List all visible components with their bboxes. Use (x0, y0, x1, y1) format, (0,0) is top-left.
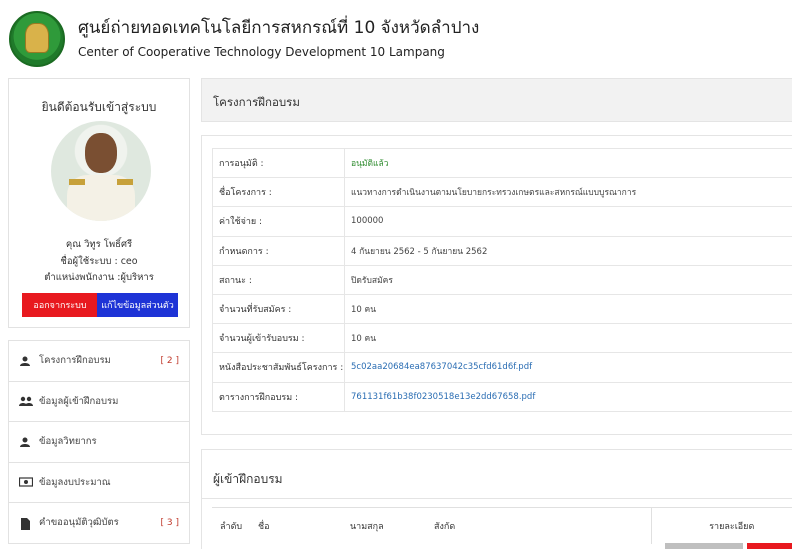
column-header: ลำดับ (212, 507, 250, 544)
edit-profile-button[interactable]: แก้ไขข้อมูลส่วนตัว (97, 293, 178, 317)
sidebar-item-label: คำขออนุมัติวุฒิบัตร (39, 517, 119, 529)
logo (9, 11, 65, 67)
schedule-file-link[interactable]: 761131f61b38f0230518e13e2dd67658.pdf (344, 381, 792, 412)
table-row: กำหนดการ : 4 กันยายน 2562 - 5 กันยายน 25… (212, 235, 792, 266)
table-row: หนังสือประชาสัมพันธ์โครงการ : 5c02aa2068… (212, 352, 792, 383)
page-title: โครงการฝึกอบรม (213, 95, 300, 109)
table-header-row: ลำดับ ชื่อ นามสกุล สังกัด รายละเอียด (212, 507, 792, 544)
header: ศูนย์ถ่ายทอดเทคโนโลยีการสหกรณ์ที่ 10 จัง… (0, 0, 792, 70)
user-icon (19, 356, 33, 366)
avatar (51, 121, 151, 221)
project-schedule: 4 กันยายน 2562 - 5 กันยายน 2562 (344, 235, 792, 266)
site-title-en: Center of Cooperative Technology Develop… (78, 45, 445, 59)
column-header: สังกัด (426, 507, 651, 544)
project-name: แนวทางการดำเนินงานตามนโยบายกระทรวงเกษตรแ… (344, 177, 792, 208)
view-button[interactable] (665, 543, 743, 549)
user-icon (19, 437, 33, 447)
users-icon (19, 396, 33, 407)
site-title-th: ศูนย์ถ่ายทอดเทคโนโลยีการสหกรณ์ที่ 10 จัง… (78, 18, 480, 38)
field-label: ค่าใช้จ่าย : (212, 206, 345, 237)
field-label: จำนวนที่รับสมัคร : (212, 293, 345, 325)
sidebar-item-training-projects[interactable]: โครงการฝึกอบรม [ 2 ] (8, 341, 190, 382)
sidebar-item-label: ข้อมูลงบประมาณ (39, 476, 111, 488)
field-label: หนังสือประชาสัมพันธ์โครงการ : (212, 352, 345, 383)
logout-button[interactable]: ออกจากระบบ (22, 293, 98, 317)
approval-status: อนุมัติแล้ว (344, 147, 792, 179)
field-label: สถานะ : (212, 264, 345, 295)
sidebar-item-label: ข้อมูลวิทยากร (39, 436, 97, 448)
file-icon (19, 517, 33, 530)
field-label: การอนุมัติ : (212, 147, 345, 179)
table-row: ตารางการฝึกอบรม : 761131f61b38f0230518e1… (212, 381, 792, 412)
project-detail-table: การอนุมัติ : อนุมัติแล้ว ชื่อโครงการ : แ… (212, 147, 792, 412)
column-header: ชื่อ (250, 507, 342, 544)
table-row: จำนวนที่รับสมัคร : 10 คน (212, 293, 792, 325)
delete-button[interactable] (747, 543, 792, 549)
profile-panel: ยินดีต้อนรับเข้าสู่ระบบ คุณ วิทูร โพธิ์ศ… (8, 78, 190, 328)
field-label: ชื่อโครงการ : (212, 177, 345, 208)
project-cost: 100000 (344, 206, 792, 237)
table-row: จำนวนผู้เข้ารับอบรม : 10 คน (212, 323, 792, 354)
attendee-count: 10 คน (344, 323, 792, 354)
sidebar-item-certificate-requests[interactable]: คำขออนุมัติวุฒิบัตร [ 3 ] (8, 503, 190, 544)
table-row: ค่าใช้จ่าย : 100000 (212, 206, 792, 237)
table-row: การอนุมัติ : อนุมัติแล้ว (212, 147, 792, 179)
count-badge: [ 2 ] (160, 355, 179, 366)
welcome-text: ยินดีต้อนรับเข้าสู่ระบบ (41, 100, 157, 114)
sidebar-menu: โครงการฝึกอบรม [ 2 ] ข้อมูลผู้เข้าฝึกอบร… (8, 340, 190, 544)
participants-table: ลำดับ ชื่อ นามสกุล สังกัด รายละเอียด (212, 507, 792, 544)
section-header: โครงการฝึกอบรม (201, 78, 792, 122)
participants-panel: ผู้เข้าฝึกอบรม ลำดับ ชื่อ นามสกุล สังกัด… (201, 449, 792, 549)
field-label: ตารางการฝึกอบรม : (212, 381, 345, 412)
sidebar-item-label: โครงการฝึกอบรม (39, 355, 111, 367)
field-label: กำหนดการ : (212, 235, 345, 266)
sidebar-item-label: ข้อมูลผู้เข้าฝึกอบรม (39, 395, 119, 407)
column-header: นามสกุล (342, 507, 426, 544)
column-header: รายละเอียด (650, 507, 792, 544)
announcement-file-link[interactable]: 5c02aa20684ea87637042c35cfd61d6f.pdf (344, 352, 792, 383)
count-badge: [ 3 ] (160, 517, 179, 528)
money-icon (18, 477, 34, 487)
participants-title: ผู้เข้าฝึกอบรม (213, 472, 283, 486)
profile-name: คุณ วิทูร โพธิ์ศรี (65, 239, 133, 250)
project-status: ปิดรับสมัคร (344, 264, 792, 295)
field-label: จำนวนผู้เข้ารับอบรม : (212, 323, 345, 354)
applicant-capacity: 10 คน (344, 293, 792, 325)
project-detail-panel: การอนุมัติ : อนุมัติแล้ว ชื่อโครงการ : แ… (201, 135, 792, 435)
divider (202, 498, 792, 499)
sidebar-item-budget[interactable]: ข้อมูลงบประมาณ (8, 462, 190, 503)
table-row: ชื่อโครงการ : แนวทางการดำเนินงานตามนโยบา… (212, 177, 792, 208)
profile-position: ตำแหน่งพนักงาน :ผู้บริหาร (44, 272, 154, 283)
table-row: สถานะ : ปิดรับสมัคร (212, 264, 792, 295)
sidebar-item-trainees[interactable]: ข้อมูลผู้เข้าฝึกอบรม (8, 381, 190, 422)
profile-username: ชื่อผู้ใช้ระบบ : ceo (60, 256, 138, 267)
sidebar-item-lecturers[interactable]: ข้อมูลวิทยากร (8, 422, 190, 463)
